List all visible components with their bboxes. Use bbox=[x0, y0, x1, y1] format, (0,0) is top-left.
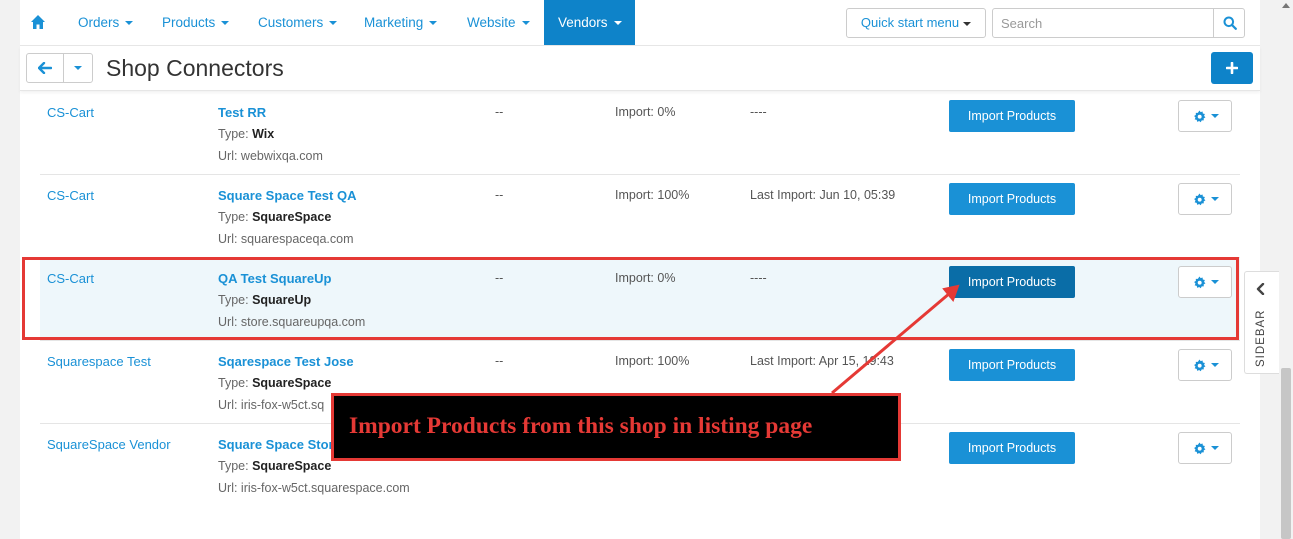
nav-marketing-label: Marketing bbox=[364, 15, 424, 30]
top-navigation: Orders Products Customers Marketing Webs… bbox=[20, 0, 1260, 46]
dash-cell: -- bbox=[495, 188, 504, 202]
sidebar-label: SIDEBAR bbox=[1255, 309, 1267, 368]
row-actions-button[interactable] bbox=[1178, 183, 1232, 215]
vendor-link[interactable]: CS-Cart bbox=[47, 188, 94, 203]
shop-name-link[interactable]: Sqarespace Test Jose bbox=[218, 354, 354, 369]
caret-down-icon bbox=[74, 66, 82, 70]
chevron-left-icon bbox=[1256, 283, 1265, 295]
gear-icon bbox=[1194, 442, 1206, 455]
search-input[interactable] bbox=[992, 8, 1214, 38]
callout-text: Import Products from this shop in listin… bbox=[349, 413, 813, 439]
import-products-button[interactable]: Import Products bbox=[949, 432, 1075, 464]
shop-url: Url: iris-fox-w5ct.squarespace.com bbox=[218, 481, 410, 495]
nav-products-label: Products bbox=[162, 15, 216, 30]
back-button[interactable] bbox=[27, 54, 64, 82]
gear-icon bbox=[1194, 193, 1206, 206]
shop-type: Type: SquareSpace bbox=[218, 459, 331, 473]
history-dropdown-button[interactable] bbox=[64, 54, 92, 82]
last-import: ---- bbox=[750, 105, 767, 119]
type-label: Type: bbox=[218, 210, 249, 224]
shop-name-link[interactable]: Square Space Stor bbox=[218, 437, 334, 452]
row-actions-button[interactable] bbox=[1178, 100, 1232, 132]
search-button[interactable] bbox=[1213, 8, 1245, 38]
table-row: CS-Cart Square Space Test QA Type: Squar… bbox=[40, 175, 1240, 258]
shop-name-link[interactable]: Test RR bbox=[218, 105, 266, 120]
caret-down-icon bbox=[1211, 114, 1219, 118]
shop-type: Type: Wix bbox=[218, 127, 274, 141]
type-label: Type: bbox=[218, 127, 249, 141]
caret-down-icon bbox=[125, 21, 134, 26]
caret-down-icon bbox=[613, 21, 622, 26]
back-button-group bbox=[26, 53, 93, 83]
gear-icon bbox=[1194, 359, 1206, 372]
nav-marketing[interactable]: Marketing bbox=[350, 0, 451, 45]
caret-down-icon bbox=[429, 21, 438, 26]
type-value: SquareSpace bbox=[252, 459, 332, 473]
caret-down-icon bbox=[1211, 446, 1219, 450]
nav-vendors[interactable]: Vendors bbox=[544, 0, 635, 45]
nav-website[interactable]: Website bbox=[453, 0, 544, 45]
import-products-button[interactable]: Import Products bbox=[949, 100, 1075, 132]
scrollbar[interactable] bbox=[1279, 0, 1293, 539]
shop-name-link[interactable]: Square Space Test QA bbox=[218, 188, 356, 203]
last-import: Last Import: Apr 15, 19:43 bbox=[750, 354, 894, 368]
shop-url: Url: iris-fox-w5ct.sq bbox=[218, 398, 325, 412]
vendor-link[interactable]: Squarespace Test bbox=[47, 354, 151, 369]
import-products-button[interactable]: Import Products bbox=[949, 183, 1075, 215]
shop-url: Url: squarespaceqa.com bbox=[218, 232, 354, 246]
caret-down-icon bbox=[963, 21, 972, 26]
caret-down-icon bbox=[521, 21, 530, 26]
vendor-link[interactable]: CS-Cart bbox=[47, 105, 94, 120]
vendor-link[interactable]: SquareSpace Vendor bbox=[47, 437, 171, 452]
sidebar-toggle[interactable]: SIDEBAR bbox=[1244, 271, 1279, 374]
home-icon[interactable] bbox=[30, 14, 48, 30]
nav-orders-label: Orders bbox=[78, 15, 120, 30]
table-row: CS-Cart Test RR Type: Wix Url: webwixqa.… bbox=[40, 92, 1240, 175]
nav-vendors-label: Vendors bbox=[558, 15, 608, 30]
import-products-button[interactable]: Import Products bbox=[949, 349, 1075, 381]
import-status: Import: 100% bbox=[615, 188, 690, 202]
scroll-up-icon[interactable] bbox=[1282, 3, 1290, 8]
last-import: Last Import: Jun 10, 05:39 bbox=[750, 188, 896, 202]
dash-cell: -- bbox=[495, 105, 504, 119]
type-label: Type: bbox=[218, 376, 249, 390]
import-status: Import: 100% bbox=[615, 354, 690, 368]
dash-cell: -- bbox=[495, 354, 504, 368]
quick-start-label: Quick start menu bbox=[860, 15, 960, 30]
plus-icon bbox=[1226, 62, 1238, 74]
caret-down-icon bbox=[329, 21, 338, 26]
type-value: Wix bbox=[252, 127, 275, 141]
add-shop-button[interactable] bbox=[1211, 52, 1253, 84]
import-status: Import: 0% bbox=[615, 105, 676, 119]
highlight-annotation-box bbox=[22, 257, 1239, 340]
page-title: Shop Connectors bbox=[106, 55, 284, 81]
quick-start-menu-button[interactable]: Quick start menu bbox=[846, 8, 986, 38]
shop-type: Type: SquareSpace bbox=[218, 376, 331, 390]
annotation-callout: Import Products from this shop in listin… bbox=[331, 393, 901, 461]
nav-customers[interactable]: Customers bbox=[244, 0, 351, 45]
type-value: SquareSpace bbox=[252, 376, 332, 390]
nav-orders[interactable]: Orders bbox=[64, 0, 147, 45]
caret-down-icon bbox=[1211, 363, 1219, 367]
shop-type: Type: SquareSpace bbox=[218, 210, 331, 224]
scrollbar-thumb[interactable] bbox=[1281, 368, 1291, 539]
shop-url: Url: webwixqa.com bbox=[218, 149, 323, 163]
nav-products[interactable]: Products bbox=[148, 0, 243, 45]
arrow-left-icon bbox=[38, 62, 52, 74]
title-bar: Shop Connectors bbox=[20, 46, 1260, 91]
search-icon bbox=[1223, 16, 1237, 30]
nav-customers-label: Customers bbox=[258, 15, 324, 30]
gear-icon bbox=[1194, 110, 1206, 123]
type-value: SquareSpace bbox=[252, 210, 332, 224]
caret-down-icon bbox=[1211, 197, 1219, 201]
type-label: Type: bbox=[218, 459, 249, 473]
caret-down-icon bbox=[221, 21, 230, 26]
row-actions-button[interactable] bbox=[1178, 432, 1232, 464]
nav-website-label: Website bbox=[467, 15, 516, 30]
row-actions-button[interactable] bbox=[1178, 349, 1232, 381]
